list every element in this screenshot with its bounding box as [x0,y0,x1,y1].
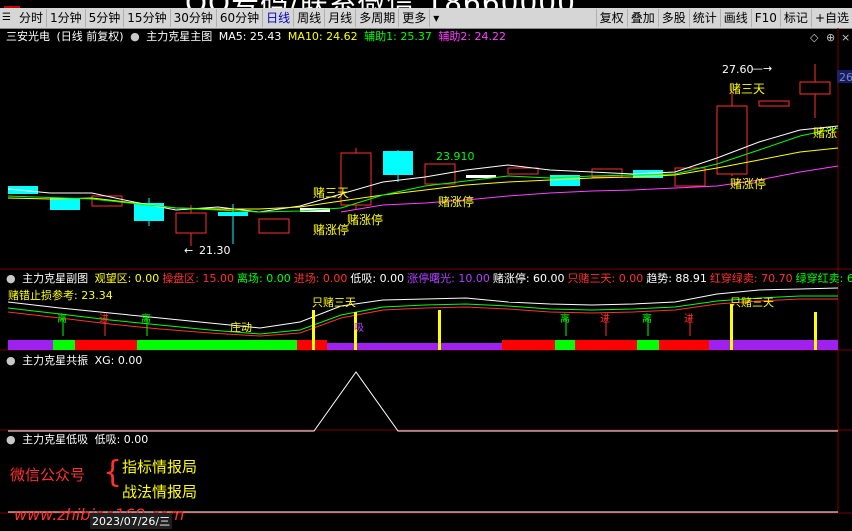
sub3-indicator-name[interactable]: 主力克星低吸 [22,433,88,446]
exit-marker: 离 [560,312,570,325]
cursor-date-label: 2023/07/26/三 [90,513,173,529]
sub2-pane-title: ● 主力克星共振 XG: 0.00 [0,354,145,368]
entry-marker: 进 [684,313,694,325]
sub1-field-value: 只赌三天: 0.00 [567,272,644,285]
entry-marker: 进 [600,313,610,325]
only-3-days-marker: 只赌三天 [730,295,774,309]
low-arrow: ← [184,244,193,257]
indicator-menu-icon[interactable]: ● [6,354,16,367]
candle [758,100,790,107]
red-line [7,298,838,337]
aux1-line [7,127,839,213]
candle [716,105,748,175]
high-arrow: —→ [752,62,772,75]
sub3-pane-title: ● 主力克星低吸 低吸: 0.00 [0,433,151,447]
signal-limit-up: 赌涨停 [730,176,766,191]
signal-gamble-3-days: 赌三天 [313,186,349,200]
exit-marker: 离 [57,312,67,325]
low-buy-value: 低吸: 0.00 [94,433,149,446]
only-3-days-marker: 只赌三天 [312,295,356,309]
indicator-menu-icon[interactable]: ● [6,433,16,446]
resonance-line [8,371,838,432]
sub1-pane-title: ● 主力克星副图 观望区: 0.00 操盘区: 15.00 离场: 0.00 进场: … [0,272,852,286]
sub1-field-value: 绿穿红卖: 6 [795,272,852,285]
candle [799,81,831,95]
candle [218,212,248,216]
sub1-field-value: 操盘区: 15.00 [162,272,235,285]
wechat-label: 微信公众号 [10,466,86,484]
candle [383,151,413,175]
sub1-field-value: 观望区: 0.00 [94,272,160,285]
entry-marker: 进 [99,313,109,325]
candle [258,218,290,234]
candle [507,167,539,175]
signal-limit-up: 赌涨 [813,125,837,140]
candle [175,212,207,234]
mid-price-label: 23.910 [436,150,475,163]
sub2-indicator-name[interactable]: 主力克星共振 [22,354,88,367]
sub1-indicator-name[interactable]: 主力克星副图 [22,272,88,285]
brace-decoration: { [103,455,123,490]
sub1-field-value: 趋势: 88.91 [646,272,707,285]
zhuang-marker: 庄动 [230,320,252,334]
exit-marker: 离 [642,312,652,325]
low-price-label: 21.30 [199,244,231,257]
brand-line-1: 指标情报局 [122,458,198,476]
indicator-menu-icon[interactable]: ● [6,272,16,285]
sub1-field-value: 赌涨停: 60.00 [492,272,565,285]
signal-gamble-3-days: 赌三天 [729,82,765,96]
signal-limit-up: 赌涨停 [313,222,349,237]
signal-limit-up: 赌涨停 [347,212,383,227]
sub1-field-value: 红穿绿卖: 70.70 [709,272,793,285]
sub1-field-value: 低吸: 0.00 [350,272,405,285]
ma10-line [7,147,839,210]
exit-marker: 离 [141,312,151,325]
signal-limit-up: 赌涨停 [438,194,474,209]
candle [50,198,80,210]
sub1-field-value: 离场: 0.00 [237,272,291,285]
xg-value: XG: 0.00 [94,354,143,367]
chart-canvas: 27.60 —→ ← 21.30 23.910 26 赌三天 赌三天 赌涨停 赌… [0,28,852,514]
low-buy-marker: 吸 [354,323,364,334]
brand-line-2: 战法情报局 [122,483,198,501]
sub1-field-value: 进场: 0.00 [293,272,348,285]
sub1-field-value: 涨停曙光: 10.00 [407,272,490,285]
stoploss-label: 赌错止损参考: 23.34 [8,289,113,302]
high-price-label: 27.60 [722,63,754,76]
